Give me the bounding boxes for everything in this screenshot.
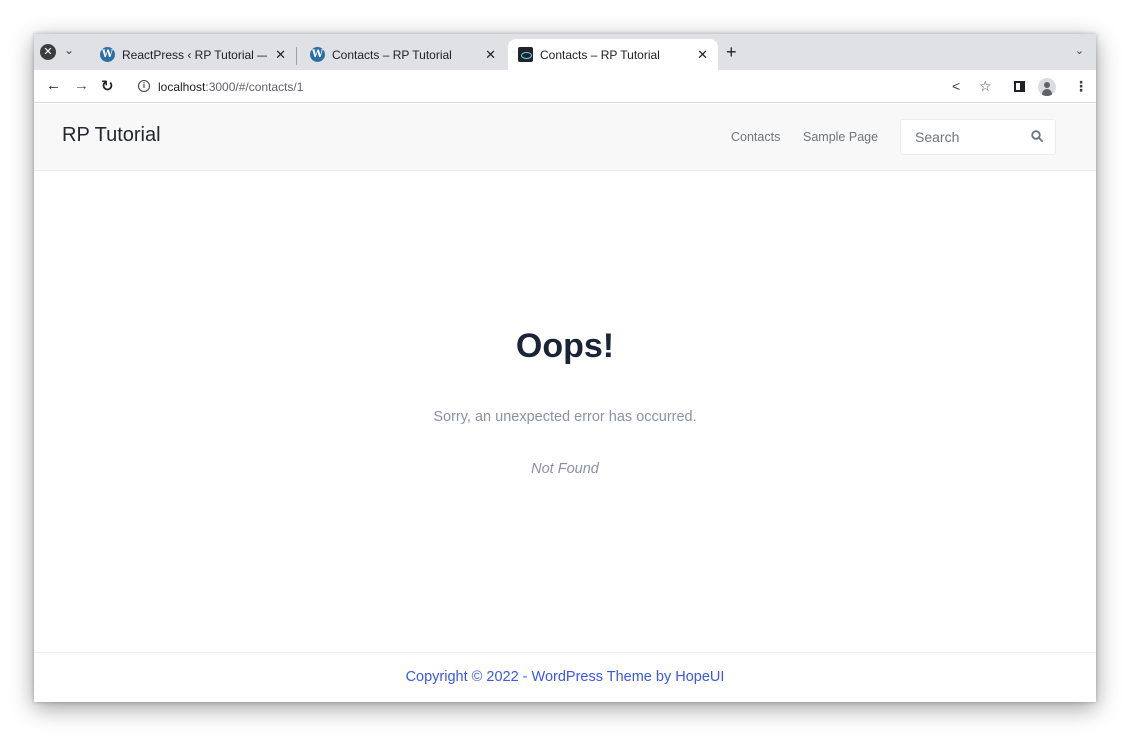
tab-title: Contacts – RP Tutorial — [332, 47, 452, 62]
site-info-icon[interactable]: i — [138, 80, 150, 92]
tab-title: ReactPress ‹ RP Tutorial — WordPress — [122, 47, 267, 62]
tab-contacts-wp[interactable]: W Contacts – RP Tutorial ✕ — [300, 39, 506, 70]
new-tab-icon[interactable]: + — [726, 42, 737, 63]
back-arrow-icon[interactable]: ← — [46, 77, 61, 94]
tab-search-chevron-icon[interactable]: ⌄ — [1075, 44, 1084, 57]
tab-contacts-active[interactable]: Contacts – RP Tutorial ✕ — [508, 39, 718, 70]
search-box — [900, 119, 1056, 155]
footer-copyright: Copyright © 2022 - WordPress Theme by Ho… — [405, 669, 725, 685]
tab-close-icon[interactable]: ✕ — [485, 47, 496, 63]
search-icon[interactable] — [1031, 130, 1043, 142]
window-close-icon[interactable]: ✕ — [40, 44, 56, 60]
error-message: Sorry, an unexpected error has occurred. — [433, 409, 697, 425]
url-host: localhost — [158, 80, 206, 94]
address-bar[interactable]: localhost:3000/#/contacts/1 — [158, 80, 303, 94]
chevron-down-icon[interactable]: ⌄ — [64, 43, 74, 57]
nav-contacts-link[interactable]: Contacts — [731, 130, 780, 144]
reload-icon[interactable]: ↻ — [101, 77, 114, 95]
error-title: Oops! — [515, 327, 615, 365]
tab-close-icon[interactable]: ✕ — [275, 47, 286, 63]
error-page: Oops! Sorry, an unexpected error has occ… — [34, 171, 1096, 652]
side-panel-icon[interactable] — [1014, 81, 1025, 92]
profile-avatar-icon[interactable] — [1038, 78, 1056, 96]
react-icon — [518, 47, 533, 62]
wordpress-icon: W — [100, 47, 115, 62]
more-menu-icon[interactable]: ⋮ — [1074, 78, 1088, 95]
nav-sample-page-link[interactable]: Sample Page — [803, 130, 878, 144]
tab-strip: ✕ ⌄ W ReactPress ‹ RP Tutorial — WordPre… — [34, 34, 1096, 70]
share-icon[interactable]: < — [952, 78, 960, 94]
browser-window: ✕ ⌄ W ReactPress ‹ RP Tutorial — WordPre… — [34, 34, 1096, 702]
browser-toolbar: ← → ↻ i localhost:3000/#/contacts/1 < ☆ … — [34, 70, 1096, 103]
wordpress-icon: W — [310, 47, 325, 62]
tab-reactpress[interactable]: W ReactPress ‹ RP Tutorial — WordPress ✕ — [90, 39, 296, 70]
site-title[interactable]: RP Tutorial — [62, 124, 161, 147]
forward-arrow-icon[interactable]: → — [74, 77, 89, 94]
site-footer: Copyright © 2022 - WordPress Theme by Ho… — [34, 652, 1096, 702]
tab-divider — [296, 47, 297, 65]
tab-close-icon[interactable]: ✕ — [697, 47, 708, 63]
bookmark-star-icon[interactable]: ☆ — [979, 78, 992, 95]
url-path: :3000/#/contacts/1 — [205, 80, 304, 94]
search-input[interactable] — [901, 120, 1021, 154]
tab-title: Contacts – RP Tutorial — [540, 47, 660, 62]
error-status: Not Found — [531, 461, 599, 477]
site-header: RP Tutorial Contacts Sample Page — [34, 104, 1096, 171]
